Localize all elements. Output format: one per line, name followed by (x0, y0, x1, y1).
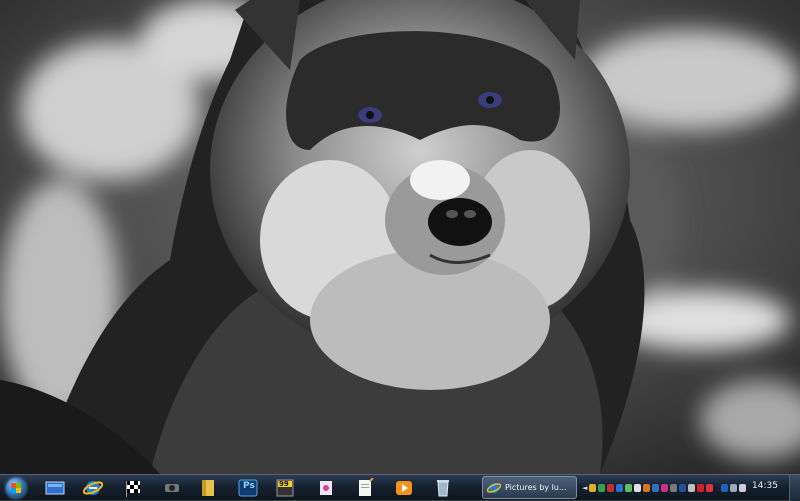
windows-orb-icon (6, 477, 26, 498)
folder-icon (202, 480, 214, 496)
active-window-task[interactable]: Pictures by lu... (482, 476, 577, 499)
tray-app-icon[interactable] (625, 484, 632, 492)
recycle-bin-icon (437, 480, 449, 497)
desktop-app-icon (45, 481, 65, 495)
tray-app-icon[interactable] (706, 484, 713, 492)
media-player-icon (396, 481, 412, 495)
show-desktop-button[interactable] (789, 475, 800, 501)
tray-app-icon[interactable] (634, 484, 641, 492)
tray-app-icon[interactable] (721, 484, 728, 492)
pinned-99-app[interactable]: 99 (270, 477, 300, 499)
pinned-photoshop[interactable]: Ps (233, 477, 263, 499)
tray-app-icon[interactable] (616, 484, 623, 492)
tray-arrow-icon[interactable]: ◄ (582, 484, 587, 492)
tray-app-icon[interactable] (697, 484, 704, 492)
wolf-wallpaper (0, 0, 800, 474)
pinned-media-player[interactable] (389, 477, 419, 499)
tray-app-icon[interactable] (652, 484, 659, 492)
pinned-webcam[interactable] (157, 477, 187, 499)
pinned-folder[interactable] (193, 477, 223, 499)
tray-app-icon[interactable] (643, 484, 650, 492)
photoshop-label: Ps (243, 481, 255, 491)
tray-app-icon[interactable] (598, 484, 605, 492)
pinned-paint[interactable] (311, 477, 341, 499)
active-window-title: Pictures by lu... (505, 483, 567, 492)
desktop[interactable] (0, 0, 800, 474)
clock[interactable]: 14:35 (752, 481, 778, 491)
pinned-notepad[interactable] (350, 477, 380, 499)
notepad-icon (359, 478, 374, 496)
pinned-internet-explorer[interactable] (78, 477, 108, 499)
internet-explorer-icon (487, 482, 501, 493)
webcam-icon (165, 484, 179, 492)
system-tray: ◄ (582, 479, 746, 497)
tray-app-icon[interactable] (661, 484, 668, 492)
network-icon[interactable] (730, 484, 737, 492)
taskbar: Ps 99 Pictures by lu... ◄ 14:35 (0, 474, 800, 501)
paint-icon (320, 481, 332, 495)
start-button[interactable] (1, 475, 31, 500)
99-app-label: 99 (279, 480, 289, 488)
volume-icon[interactable] (739, 484, 746, 492)
pinned-recycle-bin[interactable] (428, 477, 458, 499)
tray-app-icon[interactable] (607, 484, 614, 492)
pinned-checkered-flag[interactable] (118, 477, 148, 499)
internet-explorer-icon (83, 481, 103, 495)
pinned-desktop-app[interactable] (40, 477, 70, 499)
tray-app-icon[interactable] (589, 484, 596, 492)
tray-app-icon[interactable] (688, 484, 695, 492)
checkered-flag-icon (126, 481, 140, 497)
tray-app-icon[interactable] (670, 484, 677, 492)
tray-app-icon[interactable] (679, 484, 686, 492)
